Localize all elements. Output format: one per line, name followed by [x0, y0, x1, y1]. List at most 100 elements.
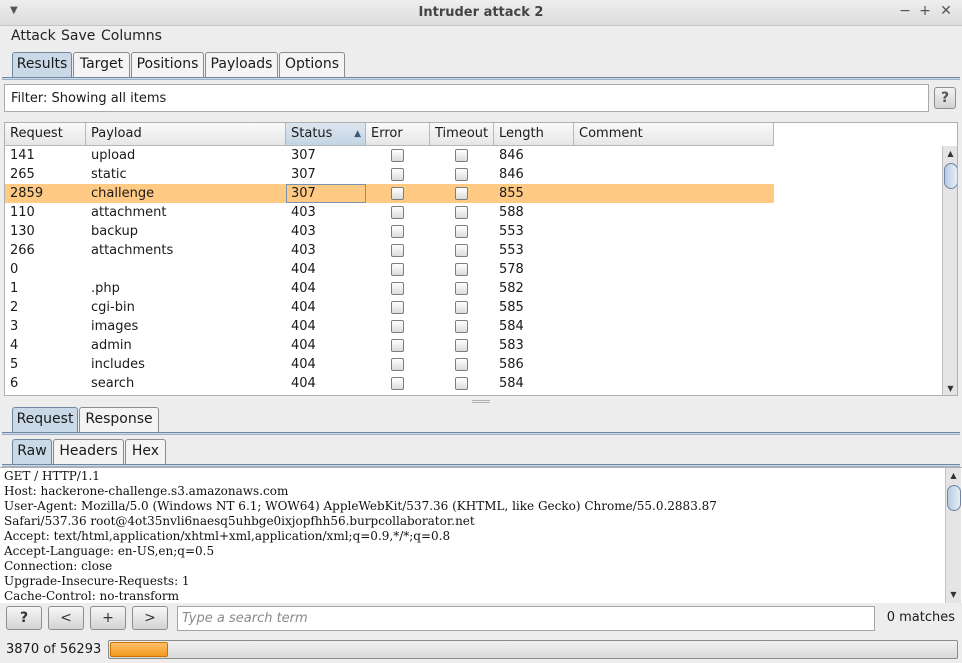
error-checkbox[interactable] [391, 187, 404, 200]
next-match-button[interactable]: > [132, 606, 168, 630]
timeout-checkbox[interactable] [455, 149, 468, 162]
table-row[interactable]: 130 backup 403 553 [5, 222, 774, 241]
menu-columns[interactable]: Columns [101, 28, 162, 44]
timeout-checkbox[interactable] [455, 244, 468, 257]
tab-options[interactable]: Options [279, 52, 345, 77]
cell-payload: attachment [91, 205, 167, 220]
table-row[interactable]: 6 search 404 584 [5, 374, 774, 393]
table-scrollbar[interactable]: ▲ ▼ [942, 146, 957, 395]
filter-help-button[interactable]: ? [934, 87, 956, 109]
table-row[interactable]: 2 cgi-bin 404 585 [5, 298, 774, 317]
pane-splitter[interactable] [0, 399, 962, 404]
timeout-checkbox[interactable] [455, 339, 468, 352]
raw-scrollbar[interactable]: ▲ ▼ [945, 468, 961, 603]
column-status-label: Status [291, 126, 333, 141]
timeout-checkbox[interactable] [455, 206, 468, 219]
raw-scroll-thumb[interactable] [947, 485, 961, 511]
error-checkbox[interactable] [391, 282, 404, 295]
tab-request[interactable]: Request [12, 407, 78, 432]
minimize-icon[interactable]: − [897, 3, 913, 19]
error-checkbox[interactable] [391, 377, 404, 390]
raw-scroll-down-icon[interactable]: ▼ [946, 588, 961, 602]
timeout-checkbox[interactable] [455, 282, 468, 295]
raw-line: Accept: text/html,application/xhtml+xml,… [4, 529, 451, 543]
error-checkbox[interactable] [391, 339, 404, 352]
cell-length: 583 [499, 338, 524, 353]
timeout-checkbox[interactable] [455, 263, 468, 276]
cell-request: 3 [10, 319, 19, 334]
error-checkbox[interactable] [391, 358, 404, 371]
table-row[interactable]: 2859 challenge 307 855 [5, 184, 774, 203]
table-row[interactable]: 110 attachment 403 588 [5, 203, 774, 222]
search-help-button[interactable]: ? [6, 606, 42, 630]
raw-scroll-up-icon[interactable]: ▲ [946, 469, 961, 483]
close-icon[interactable]: ✕ [938, 3, 954, 19]
menu-save[interactable]: Save [61, 28, 95, 44]
raw-line: Accept-Language: en-US,en;q=0.5 [4, 544, 215, 558]
tab-raw[interactable]: Raw [12, 439, 52, 464]
error-checkbox[interactable] [391, 244, 404, 257]
table-row[interactable]: 5 includes 404 586 [5, 355, 774, 374]
tab-response[interactable]: Response [79, 407, 159, 432]
column-timeout[interactable]: Timeout [430, 123, 494, 146]
error-checkbox[interactable] [391, 206, 404, 219]
column-request[interactable]: Request [5, 123, 86, 146]
raw-request-editor[interactable]: GET / HTTP/1.1 Host: hackerone-challenge.… [0, 467, 962, 603]
table-row[interactable]: 266 attachments 403 553 [5, 241, 774, 260]
error-checkbox[interactable] [391, 149, 404, 162]
table-row[interactable]: 265 static 307 846 [5, 165, 774, 184]
search-input[interactable]: Type a search term [177, 606, 875, 631]
sort-ascending-icon: ▲ [354, 129, 361, 139]
table-row[interactable]: 0 404 578 [5, 260, 774, 279]
cell-status: 307 [286, 184, 366, 203]
menu-attack[interactable]: Attack [11, 28, 56, 44]
cell-length: 582 [499, 281, 524, 296]
cell-request: 4 [10, 338, 19, 353]
previous-match-button[interactable]: < [48, 606, 84, 630]
error-checkbox[interactable] [391, 168, 404, 181]
cell-status: 404 [291, 338, 316, 353]
scroll-down-icon[interactable]: ▼ [943, 382, 957, 395]
table-row[interactable]: 3 images 404 584 [5, 317, 774, 336]
cell-payload: backup [91, 224, 138, 239]
table-row[interactable]: 4 admin 404 583 [5, 336, 774, 355]
timeout-checkbox[interactable] [455, 358, 468, 371]
cell-length: 585 [499, 300, 524, 315]
table-row[interactable]: 1 .php 404 582 [5, 279, 774, 298]
maximize-icon[interactable]: + [917, 3, 933, 19]
timeout-checkbox[interactable] [455, 168, 468, 181]
filter-bar[interactable]: Filter: Showing all items [4, 84, 929, 112]
scroll-thumb[interactable] [944, 163, 957, 189]
scroll-up-icon[interactable]: ▲ [943, 147, 957, 161]
tab-results[interactable]: Results [12, 52, 72, 77]
column-error[interactable]: Error [366, 123, 430, 146]
cell-status: 404 [291, 376, 316, 391]
table-row[interactable]: 141 upload 307 846 [5, 146, 774, 165]
column-comment[interactable]: Comment [574, 123, 774, 146]
column-payload[interactable]: Payload [86, 123, 286, 146]
timeout-checkbox[interactable] [455, 320, 468, 333]
tab-positions[interactable]: Positions [131, 52, 204, 77]
tab-payloads[interactable]: Payloads [205, 52, 278, 77]
error-checkbox[interactable] [391, 263, 404, 276]
match-count: 0 matches [886, 610, 955, 625]
menu-bar: Attack Save Columns [0, 26, 962, 48]
error-checkbox[interactable] [391, 225, 404, 238]
column-length[interactable]: Length [494, 123, 574, 146]
cell-payload: admin [91, 338, 132, 353]
tab-target[interactable]: Target [73, 52, 130, 77]
tab-hex[interactable]: Hex [125, 439, 166, 464]
timeout-checkbox[interactable] [455, 377, 468, 390]
add-match-button[interactable]: + [90, 606, 126, 630]
error-checkbox[interactable] [391, 301, 404, 314]
timeout-checkbox[interactable] [455, 301, 468, 314]
cell-payload: search [91, 376, 135, 391]
timeout-checkbox[interactable] [455, 187, 468, 200]
splitter-grip-icon[interactable] [472, 400, 490, 403]
cell-payload: .php [91, 281, 120, 296]
cell-length: 586 [499, 357, 524, 372]
tab-headers[interactable]: Headers [53, 439, 124, 464]
timeout-checkbox[interactable] [455, 225, 468, 238]
error-checkbox[interactable] [391, 320, 404, 333]
column-status[interactable]: Status ▲ [286, 123, 366, 146]
